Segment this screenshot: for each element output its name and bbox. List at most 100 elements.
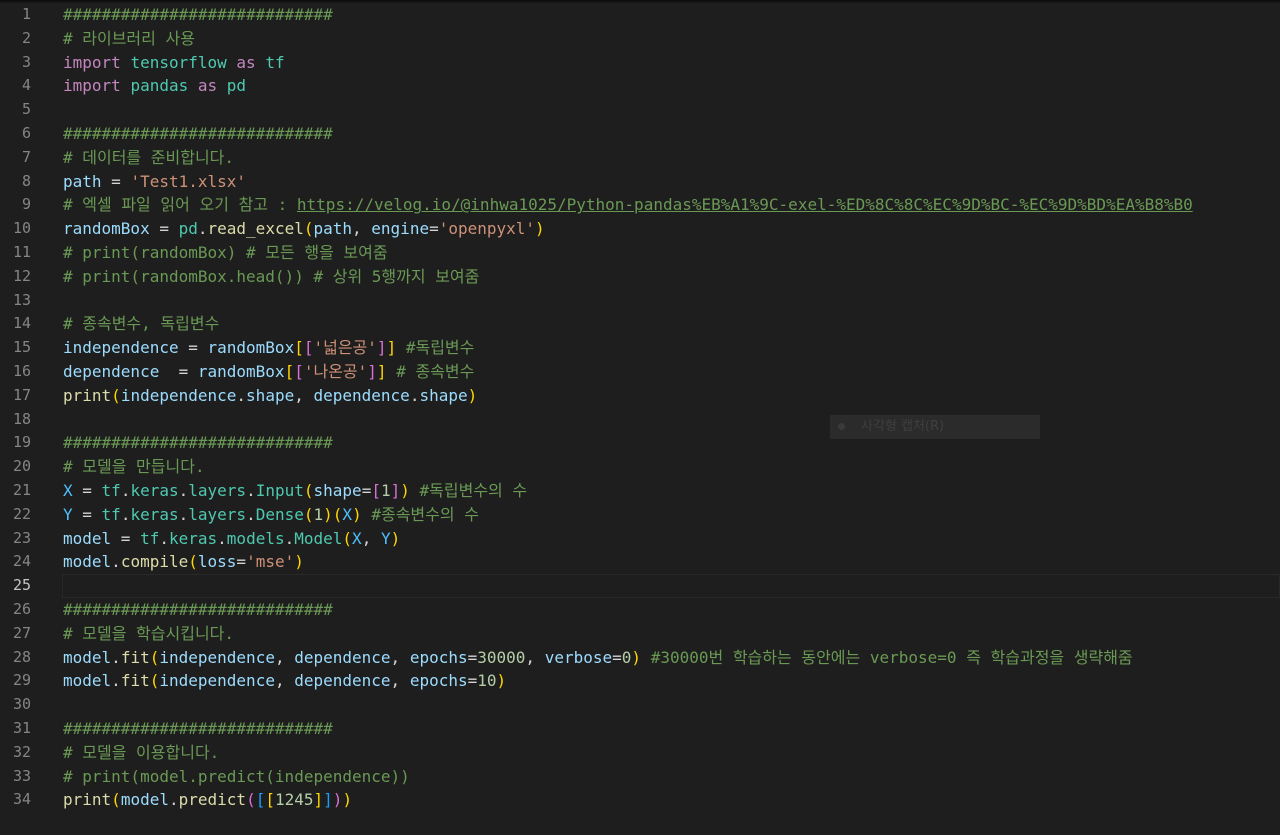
code-line[interactable]: randomBox = pd.read_excel(path, engine='…: [63, 217, 1280, 241]
code-token: ,: [352, 219, 372, 239]
code-token: ,: [274, 647, 295, 667]
line-number: 1: [21, 5, 31, 23]
code-line[interactable]: ############################: [63, 3, 1280, 27]
code-token: (: [342, 528, 353, 548]
code-token: .: [197, 219, 208, 239]
code-token: engine: [371, 219, 430, 239]
code-token: 10: [477, 671, 497, 691]
code-line[interactable]: print(independence.shape, dependence.sha…: [63, 384, 1280, 408]
code-token: ,: [390, 647, 410, 667]
code-token: =: [159, 361, 198, 381]
code-token: independence: [159, 671, 275, 691]
code-line[interactable]: # 데이터를 준비합니다.: [63, 146, 1280, 170]
code-line[interactable]: # 라이브러리 사용: [63, 27, 1280, 51]
code-token: import: [63, 76, 121, 96]
code-token: .: [111, 671, 121, 691]
code-line[interactable]: model.fit(independence, dependence, epoc…: [63, 646, 1280, 670]
code-line[interactable]: ############################: [63, 431, 1280, 455]
code-token: =: [111, 528, 141, 548]
code-token: compile: [120, 552, 189, 572]
code-token: ############################: [63, 718, 333, 738]
code-token: tensorflow: [130, 52, 227, 72]
capture-menu-label: 사각형 캡처(R): [861, 419, 945, 434]
code-token: ): [390, 528, 401, 548]
code-token: (: [303, 504, 314, 524]
code-line[interactable]: # 모델을 만듭니다.: [63, 455, 1280, 479]
code-token: X: [342, 504, 353, 524]
code-line[interactable]: dependence = randomBox[['나온공']] # 종속변수: [63, 360, 1280, 384]
code-line[interactable]: model = tf.keras.models.Model(X, Y): [63, 527, 1280, 551]
code-line[interactable]: # print(randomBox.head()) # 상위 5행까지 보여줌: [63, 265, 1280, 289]
code-line[interactable]: # 종속변수, 독립변수: [63, 312, 1280, 336]
code-line[interactable]: import pandas as pd: [63, 74, 1280, 98]
code-token: read_excel: [207, 219, 304, 239]
code-line[interactable]: print(model.predict([[1245]])): [63, 788, 1280, 812]
code-line[interactable]: [63, 98, 1280, 122]
line-number: 27: [12, 623, 31, 642]
code-line[interactable]: [63, 408, 1280, 432]
code-token: ]: [367, 361, 377, 381]
line-number: 26: [12, 599, 31, 618]
code-token: '나온공': [303, 361, 368, 381]
line-number: 10: [12, 219, 31, 238]
code-area[interactable]: ############################ # 라이브러리 사용 im…: [62, 3, 1280, 812]
code-line[interactable]: # 모델을 학습시킵니다.: [63, 622, 1280, 646]
code-token: # 모델을 만듭니다.: [63, 457, 205, 477]
code-token: # 모델을 학습시킵니다.: [63, 623, 235, 643]
code-line[interactable]: ############################: [63, 717, 1280, 741]
code-token: [: [255, 790, 266, 810]
dot-icon: [838, 423, 845, 430]
code-token: tf: [101, 480, 121, 500]
code-token: 1245: [274, 790, 314, 810]
code-token: =: [467, 671, 478, 691]
code-token: path: [63, 171, 102, 191]
code-line[interactable]: X = tf.keras.layers.Input(shape=[1]) #독립…: [63, 479, 1280, 503]
code-line[interactable]: # print(randomBox) # 모든 행을 보여줌: [63, 241, 1280, 265]
code-token: ): [496, 671, 507, 691]
code-token: [: [294, 338, 304, 358]
code-line[interactable]: model.fit(independence, dependence, epoc…: [63, 669, 1280, 693]
code-token: # 종속변수, 독립변수: [63, 314, 220, 334]
code-line[interactable]: independence = randomBox[['넓은공']] #독립변수: [63, 336, 1280, 360]
code-token: model: [63, 647, 112, 667]
code-editor[interactable]: 1 2 3 4 5 6 7 8 9 10 11 12 13 14 15 16 17 18 19 20 21 22 23 24 2…: [0, 0, 1280, 835]
code-line[interactable]: [62, 574, 1280, 598]
code-line[interactable]: model.compile(loss='mse'): [63, 550, 1280, 574]
code-line[interactable]: ############################: [63, 122, 1280, 146]
code-token: shape: [313, 480, 362, 500]
comment-link[interactable]: https://velog.io/@inhwa1025/Python-panda…: [297, 195, 1193, 214]
code-token: print: [63, 385, 112, 405]
code-token: .: [120, 504, 131, 524]
capture-menu-item[interactable]: 사각형 캡처(R): [830, 415, 1040, 439]
code-token: ]: [323, 790, 333, 810]
code-line[interactable]: # 엑셀 파일 읽어 오기 참고 : https://velog.io/@inh…: [63, 193, 1280, 217]
code-token: ,: [274, 671, 295, 691]
code-token: .: [120, 480, 131, 500]
code-token: .: [111, 552, 121, 572]
code-token: loss: [197, 552, 237, 572]
code-line[interactable]: # 모델을 이용합니다.: [63, 741, 1280, 765]
code-token: ,: [294, 385, 314, 405]
code-token: (: [188, 552, 198, 572]
code-line[interactable]: Y = tf.keras.layers.Dense(1)(X) #종속변수의 수: [63, 503, 1280, 527]
code-token: ]: [390, 480, 401, 500]
code-line[interactable]: [63, 289, 1280, 313]
code-line[interactable]: # print(model.predict(independence)): [63, 765, 1280, 789]
code-token: ############################: [63, 5, 333, 24]
code-line[interactable]: ############################: [63, 598, 1280, 622]
code-token: keras: [130, 504, 179, 524]
line-number: 17: [12, 385, 31, 404]
code-token: ): [535, 219, 545, 239]
code-line[interactable]: path = 'Test1.xlsx': [63, 170, 1280, 194]
code-line[interactable]: import tensorflow as tf: [63, 51, 1280, 75]
code-token: # 종속변수: [396, 361, 475, 381]
code-token: X: [352, 528, 362, 548]
code-token: #30000번 학습하는 동안에는 verbose=0 즉 학습과정을 생략해줌: [650, 647, 1133, 667]
code-line[interactable]: [63, 693, 1280, 717]
code-token: (: [149, 671, 160, 691]
